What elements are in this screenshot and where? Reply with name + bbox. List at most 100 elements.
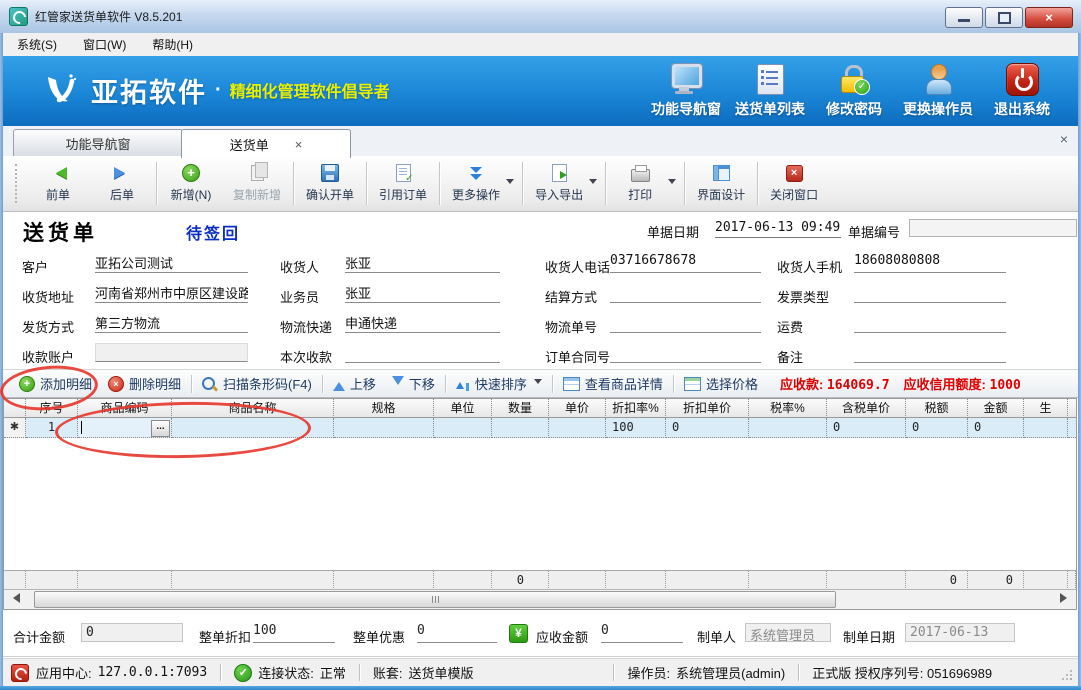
add-detail-button[interactable]: + 添加明细 [11, 374, 100, 393]
nav-button-switch-operator[interactable]: 更换操作员 [896, 62, 980, 122]
dropdown-caret-icon[interactable] [668, 179, 676, 188]
grid-row-1[interactable]: ✱ 1 ... 100 0 0 0 0 [4, 418, 1076, 438]
field-consignee-phone[interactable]: 03716678678 [610, 253, 761, 273]
more-actions-button[interactable]: 更多操作 [442, 156, 510, 211]
grid-header-tax[interactable]: 税额 [906, 399, 968, 418]
resize-grip[interactable] [1070, 678, 1072, 680]
grid-header-tax-rate[interactable]: 税率% [749, 399, 827, 418]
prev-doc-button[interactable]: 前单 [26, 156, 90, 211]
field-invoice-type[interactable] [854, 283, 1006, 303]
select-price-button[interactable]: 选择价格 [676, 374, 766, 393]
menu-bar: 系统(S) 窗口(W) 帮助(H) [3, 33, 1078, 56]
field-receipt-account[interactable] [95, 343, 248, 362]
ui-design-button[interactable]: 界面设计 [687, 156, 755, 211]
doc-date-field[interactable]: 2017-06-13 09:49 [715, 220, 841, 238]
confirm-billing-button[interactable]: 确认开单 [296, 156, 364, 211]
menu-item-help[interactable]: 帮助(H) [152, 36, 193, 53]
window-border-bottom [0, 686, 1081, 690]
grid-header-product-name[interactable]: 商品名称 [172, 399, 334, 418]
tab-close-icon[interactable]: × [295, 137, 303, 152]
field-order-contract-no[interactable] [610, 343, 761, 363]
tab-delivery-note[interactable]: 送货单 × [181, 129, 351, 158]
nav-button-exit-system[interactable]: 退出系统 [980, 62, 1064, 122]
grid-header-taxed-price[interactable]: 含税单价 [827, 399, 906, 418]
field-settlement[interactable] [610, 283, 761, 303]
field-logistics[interactable]: 申通快递 [345, 313, 500, 333]
grid-header-spec[interactable]: 规格 [334, 399, 434, 418]
field-freight[interactable] [854, 313, 1006, 333]
field-consignee-mobile[interactable]: 18608080808 [854, 253, 1006, 273]
dropdown-caret-icon[interactable] [589, 179, 597, 188]
browse-button[interactable]: ... [151, 420, 170, 437]
cell-tax-rate[interactable] [749, 418, 827, 438]
scroll-left-icon[interactable] [8, 593, 20, 603]
next-doc-button[interactable]: 后单 [90, 156, 154, 211]
field-salesman[interactable]: 张亚 [345, 283, 500, 303]
cell-partial[interactable] [1024, 418, 1068, 438]
arrow-down-icon [392, 376, 404, 391]
minimize-button[interactable] [945, 7, 983, 28]
cell-product-code[interactable]: ... [78, 418, 172, 438]
grid-header-amount[interactable]: 金额 [968, 399, 1024, 418]
cell-seq[interactable]: 1 [26, 418, 78, 438]
field-remark[interactable] [854, 343, 1006, 363]
cell-amount[interactable]: 0 [968, 418, 1024, 438]
grid-header-partial[interactable]: 生 [1024, 399, 1068, 418]
grid-header-unit[interactable]: 单位 [434, 399, 492, 418]
delete-detail-button[interactable]: × 删除明细 [100, 374, 189, 393]
receivable-field[interactable]: 0 [601, 623, 683, 643]
scan-barcode-button[interactable]: 扫描条形码(F4) [194, 374, 320, 393]
page-title: 送货单 [23, 217, 98, 247]
grid-header-product-code[interactable]: 商品编码 [78, 399, 172, 418]
view-product-detail-button[interactable]: 查看商品详情 [555, 374, 671, 393]
grid-header-qty[interactable]: 数量 [492, 399, 549, 418]
tab-function-window[interactable]: 功能导航窗 [13, 129, 183, 157]
tabstrip-close-icon[interactable]: × [1060, 131, 1068, 147]
nav-button-function-window[interactable]: 功能导航窗 [644, 62, 728, 122]
cell-discount-price[interactable]: 0 [666, 418, 749, 438]
nav-button-delivery-list[interactable]: 送货单列表 [728, 62, 812, 122]
scrollbar-thumb[interactable] [34, 591, 836, 608]
doc-number-field[interactable] [909, 219, 1077, 237]
menu-item-system[interactable]: 系统(S) [17, 36, 57, 53]
scroll-right-icon[interactable] [1060, 593, 1072, 603]
grid-header-seq[interactable]: 序号 [26, 399, 78, 418]
move-down-button[interactable]: 下移 [384, 374, 443, 393]
field-tracking-no[interactable] [610, 313, 761, 333]
close-button[interactable]: × [1025, 7, 1073, 28]
field-consignee[interactable]: 张亚 [345, 253, 500, 273]
add-icon: + [19, 376, 35, 392]
menu-item-window[interactable]: 窗口(W) [83, 36, 126, 53]
move-up-button[interactable]: 上移 [325, 374, 384, 393]
field-payment-now[interactable] [345, 343, 500, 363]
field-address[interactable]: 河南省郑州市中原区建设路 [95, 283, 248, 303]
cell-price[interactable] [549, 418, 606, 438]
new-doc-button[interactable]: + 新增(N) [159, 156, 223, 211]
print-button[interactable]: 打印 [608, 156, 672, 211]
grid-header-price[interactable]: 单价 [549, 399, 606, 418]
grid-header-discount-price[interactable]: 折扣单价 [666, 399, 749, 418]
cell-tax[interactable]: 0 [906, 418, 968, 438]
quick-sort-button[interactable]: 快速排序 [448, 374, 550, 393]
horizontal-scrollbar[interactable] [4, 589, 1076, 609]
field-ship-method[interactable]: 第三方物流 [95, 313, 248, 333]
cell-taxed-price[interactable]: 0 [827, 418, 906, 438]
whole-promo-field[interactable]: 0 [417, 623, 497, 643]
dropdown-caret-icon[interactable] [506, 179, 514, 188]
cell-unit[interactable] [434, 418, 492, 438]
cell-discount-rate[interactable]: 100 [606, 418, 666, 438]
yen-icon[interactable]: ¥ [509, 624, 528, 643]
cell-product-name[interactable] [172, 418, 334, 438]
import-export-button[interactable]: 导入导出 [525, 156, 593, 211]
grid-header-discount-rate[interactable]: 折扣率% [606, 399, 666, 418]
nav-button-change-password[interactable]: ✓ 修改密码 [812, 62, 896, 122]
field-customer[interactable]: 亚拓公司测试 [95, 253, 248, 273]
reference-order-button[interactable]: ✓ 引用订单 [369, 156, 437, 211]
restore-button[interactable] [985, 7, 1023, 28]
cell-qty[interactable] [492, 418, 549, 438]
grid-header-row: 序号 商品编码 商品名称 规格 单位 数量 单价 折扣率% 折扣单价 税率% 含… [4, 399, 1076, 418]
import-export-icon [552, 164, 567, 182]
close-window-button[interactable]: × 关闭窗口 [760, 156, 828, 211]
whole-discount-field[interactable]: 100 [253, 623, 335, 643]
cell-spec[interactable] [334, 418, 434, 438]
